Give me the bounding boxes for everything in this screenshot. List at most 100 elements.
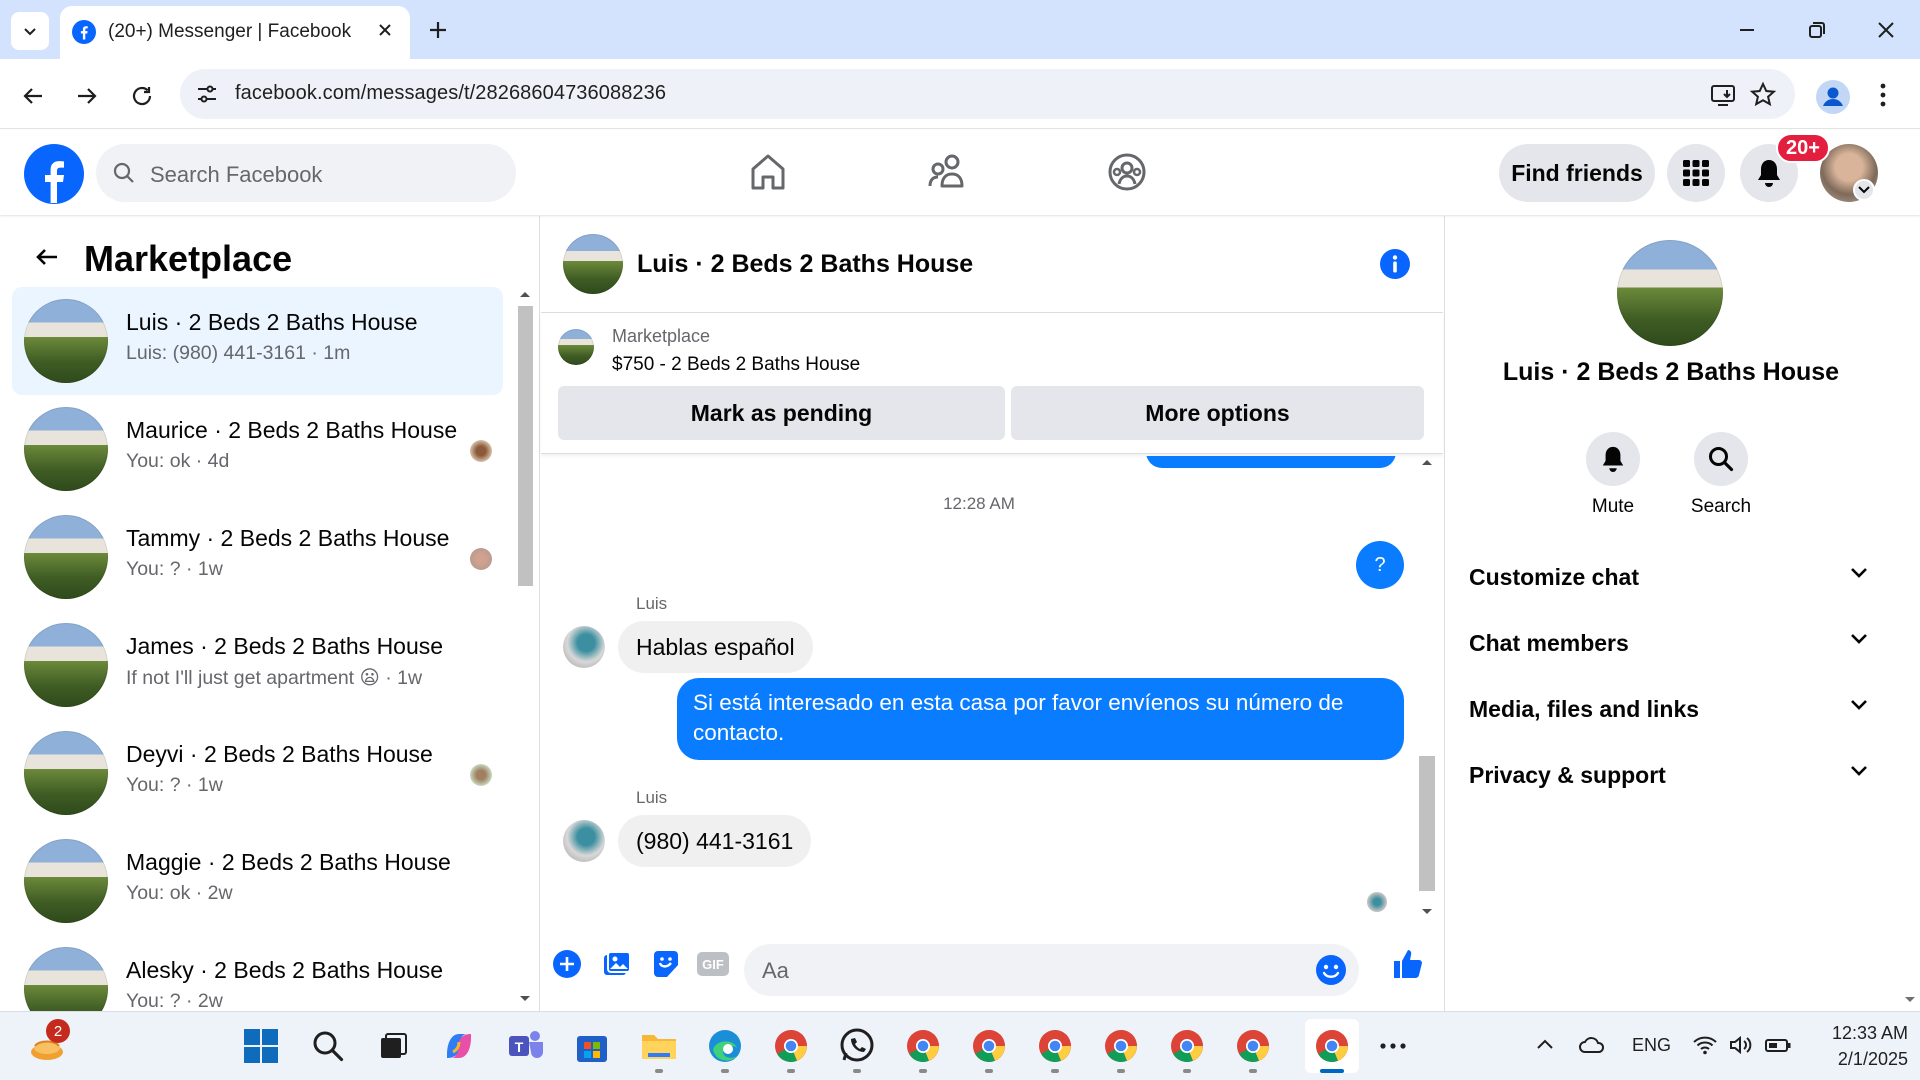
browser-toolbar: facebook.com/messages/t/2826860473608823… [0,59,1920,129]
find-friends-button[interactable]: Find friends [1499,144,1655,202]
back-arrow-icon[interactable] [32,242,62,272]
bookmark-star-icon[interactable] [1749,81,1777,109]
forward-arrow-icon[interactable] [72,81,102,111]
chrome-logo-icon [1316,1030,1348,1062]
chrome-icon[interactable] [768,1023,814,1069]
store-icon[interactable] [569,1023,615,1069]
search-in-chat-button[interactable] [1694,432,1748,486]
system-clock[interactable]: 12:33 AM 2/1/2025 [1808,1020,1908,1072]
conversation-item[interactable]: Alesky · 2 Beds 2 Baths House You: ? · 2… [12,935,503,1011]
wifi-icon[interactable] [1692,1034,1718,1056]
search-action[interactable]: Search [1671,432,1771,518]
conversation-list-scrollbar[interactable] [515,288,535,1003]
home-icon[interactable] [749,152,787,192]
facebook-logo-icon[interactable] [24,144,84,204]
volume-icon[interactable] [1728,1034,1754,1056]
seen-avatar [470,440,492,462]
chrome-icon[interactable] [1032,1023,1078,1069]
media-files-links-section[interactable]: Media, files and links [1469,684,1869,734]
browser-tab[interactable]: (20+) Messenger | Facebook [60,6,410,59]
account-caret-icon[interactable] [1853,179,1875,201]
chat-title[interactable]: Luis · 2 Beds 2 Baths House [637,250,973,279]
listing-avatar [24,407,108,491]
chat-members-section[interactable]: Chat members [1469,618,1869,668]
menu-grid-button[interactable] [1667,144,1725,202]
browser-menu-icon[interactable] [1877,81,1889,109]
chrome-logo-icon [1039,1030,1071,1062]
outgoing-message-bubble [1146,456,1396,468]
chrome-icon[interactable] [966,1023,1012,1069]
listing-avatar [24,515,108,599]
restore-icon[interactable] [1800,14,1832,46]
onedrive-icon[interactable] [1578,1034,1606,1056]
listing-thumbnail[interactable] [558,329,594,365]
mark-as-pending-button[interactable]: Mark as pending [558,386,1005,440]
close-tab-icon[interactable] [374,19,396,41]
whatsapp-icon[interactable] [834,1023,880,1069]
sender-avatar[interactable] [563,820,605,862]
profile-avatar[interactable] [1617,240,1723,346]
more-options-button[interactable]: More options [1011,386,1424,440]
info-icon[interactable] [1379,248,1411,280]
sticker-icon[interactable] [651,949,681,979]
chrome-icon[interactable] [1230,1023,1276,1069]
tab-search-button[interactable] [11,12,49,50]
chrome-icon[interactable] [1098,1023,1144,1069]
conversation-item[interactable]: Luis · 2 Beds 2 Baths House Luis: (980) … [12,287,503,395]
copilot-icon[interactable] [436,1023,482,1069]
customize-chat-section[interactable]: Customize chat [1469,552,1869,602]
chrome-logo-icon [775,1030,807,1062]
scrollbar-thumb[interactable] [518,306,533,586]
privacy-support-section[interactable]: Privacy & support [1469,750,1869,800]
message-input[interactable]: Aa [744,944,1359,996]
chrome-icon[interactable] [900,1023,946,1069]
battery-icon[interactable] [1764,1034,1792,1056]
address-bar[interactable]: facebook.com/messages/t/2826860473608823… [180,69,1795,119]
chrome-icon[interactable] [1164,1023,1210,1069]
search-icon [112,161,136,185]
emoji-icon[interactable] [1315,954,1347,986]
new-tab-icon[interactable] [422,14,454,46]
conversation-item[interactable]: Tammy · 2 Beds 2 Baths House You: ? · 1w [12,503,503,611]
conversation-item[interactable]: James · 2 Beds 2 Baths House If not I'll… [12,611,503,719]
mute-button[interactable] [1586,432,1640,486]
listing-price-title[interactable]: $750 - 2 Beds 2 Baths House [612,354,860,376]
message-scrollbar[interactable] [1417,456,1437,921]
plus-circle-icon[interactable] [552,949,582,979]
section-label: Privacy & support [1469,762,1666,788]
gif-icon[interactable]: GIF [696,951,730,977]
running-indicator [655,1069,663,1073]
thumbs-up-icon[interactable] [1391,947,1425,981]
scrollbar-thumb[interactable] [1419,756,1435,891]
sender-avatar[interactable] [563,626,605,668]
edge-icon[interactable] [702,1023,748,1069]
profile-icon[interactable] [1815,79,1851,115]
start-icon[interactable] [238,1023,284,1069]
chrome-icon-active[interactable] [1305,1019,1359,1073]
conversation-item[interactable]: Maurice · 2 Beds 2 Baths House You: ok ·… [12,395,503,503]
back-arrow-icon[interactable] [18,81,48,111]
page-scrollbar[interactable] [1900,132,1920,1010]
install-app-icon[interactable] [1709,81,1737,109]
groups-icon[interactable] [1107,152,1147,192]
close-window-icon[interactable] [1870,14,1902,46]
tray-chevron-up-icon[interactable] [1534,1034,1556,1056]
file-explorer-icon[interactable] [636,1023,682,1069]
facebook-search-input[interactable]: Search Facebook [96,144,516,202]
task-view-icon[interactable] [370,1023,416,1069]
chat-avatar[interactable] [563,234,623,294]
minimize-icon[interactable] [1731,14,1763,46]
conversation-item[interactable]: Maggie · 2 Beds 2 Baths House You: ok · … [12,827,503,935]
tab-title: (20+) Messenger | Facebook [108,21,352,42]
friends-icon[interactable] [928,152,968,192]
photo-icon[interactable] [602,949,632,979]
reload-icon[interactable] [127,81,157,111]
conversation-item[interactable]: Deyvi · 2 Beds 2 Baths House You: ? · 1w [12,719,503,827]
search-icon[interactable] [305,1023,351,1069]
mute-action[interactable]: Mute [1563,432,1663,518]
conversation-preview: You: ? · 2w [126,990,223,1011]
language-indicator[interactable]: ENG [1632,1035,1671,1056]
teams-icon[interactable]: T [503,1023,549,1069]
site-settings-icon[interactable] [194,81,220,107]
more-apps-icon[interactable] [1370,1023,1416,1069]
